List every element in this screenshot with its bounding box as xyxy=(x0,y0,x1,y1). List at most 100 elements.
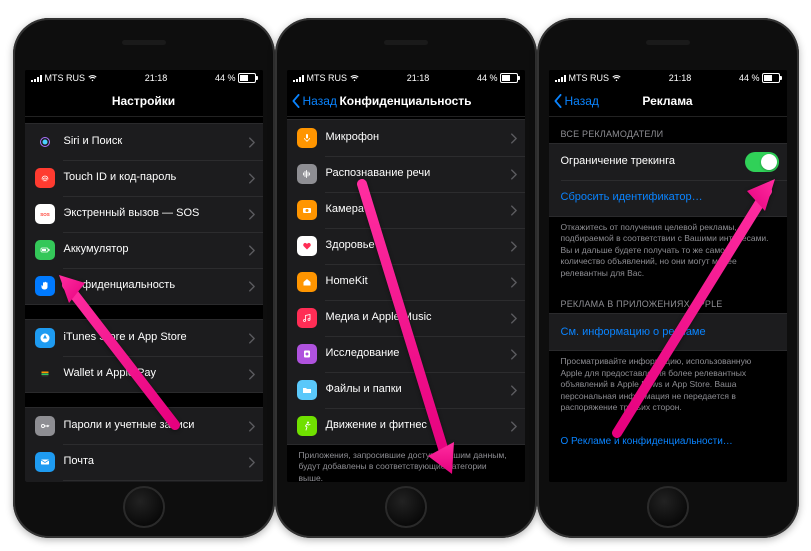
nav-back-label: Назад xyxy=(303,94,337,108)
row-label: Аккумулятор xyxy=(64,243,244,256)
section-footer: Приложения, запросившие доступ к Вашим д… xyxy=(287,445,525,482)
battery-icon xyxy=(35,240,55,260)
row-wallet[interactable]: Wallet и Apple Pay xyxy=(25,356,263,392)
health-icon xyxy=(297,236,317,256)
row-label: См. информацию о рекламе xyxy=(561,326,779,339)
nav-back-button[interactable]: Назад xyxy=(291,86,337,116)
row-ad-info[interactable]: См. информацию о рекламе xyxy=(549,314,787,350)
row-sos[interactable]: SOS Экстренный вызов — SOS xyxy=(25,196,263,232)
row-label: Конфиденциальность xyxy=(64,279,244,292)
row-siri[interactable]: Siri и Поиск xyxy=(25,124,263,160)
chevron-right-icon xyxy=(510,169,517,180)
row-label: Wallet и Apple Pay xyxy=(64,367,244,380)
section-header: РЕКЛАМА В ПРИЛОЖЕНИЯХ APPLE xyxy=(549,295,787,313)
row-touchid[interactable]: Touch ID и код-пароль xyxy=(25,160,263,196)
row-mic[interactable]: Микрофон xyxy=(287,120,525,156)
row-itunes[interactable]: iTunes Store и App Store xyxy=(25,320,263,356)
sos-icon: SOS xyxy=(35,204,55,224)
chevron-right-icon xyxy=(248,421,255,432)
screen-2: MTS RUS 21:18 44 % Назад Конфиденциально… xyxy=(287,70,525,482)
settings-group: Пароли и учетные записи Почта Контакты К… xyxy=(25,407,263,482)
row-label: Touch ID и код-пароль xyxy=(64,171,244,184)
chevron-right-icon xyxy=(248,333,255,344)
chevron-right-icon xyxy=(248,173,255,184)
row-label: Исследование xyxy=(326,347,506,360)
row-about-ads[interactable]: О Рекламе и конфиденциальности… xyxy=(549,430,787,453)
row-limit-tracking[interactable]: Ограничение трекинга xyxy=(549,144,787,180)
chevron-right-icon xyxy=(510,241,517,252)
row-health[interactable]: Здоровье xyxy=(287,228,525,264)
status-bar: MTS RUS 21:18 44 % xyxy=(549,70,787,86)
toggle-switch[interactable] xyxy=(745,152,779,172)
settings-group: О Рекламе и конфиденциальности… xyxy=(549,430,787,453)
row-camera[interactable]: Камера xyxy=(287,192,525,228)
row-label: Камера xyxy=(326,203,506,216)
phone-frame-1: MTS RUS 21:18 44 % Настройки Siri и Поис… xyxy=(13,18,275,538)
row-files[interactable]: Файлы и папки xyxy=(287,372,525,408)
row-label: Ограничение трекинга xyxy=(561,155,745,168)
row-label: О Рекламе и конфиденциальности… xyxy=(561,436,733,447)
section-footer: Откажитесь от получения целевой рекламы,… xyxy=(549,217,787,281)
settings-group: РЕКЛАМА В ПРИЛОЖЕНИЯХ APPLE См. информац… xyxy=(549,295,787,415)
mic-icon xyxy=(297,128,317,148)
chevron-right-icon xyxy=(510,133,517,144)
screen-3: MTS RUS 21:18 44 % Назад Реклама ВСЕ РЕК… xyxy=(549,70,787,482)
battery-text: 44 % xyxy=(477,73,498,83)
row-battery[interactable]: Аккумулятор xyxy=(25,232,263,268)
chevron-right-icon xyxy=(248,209,255,220)
status-bar: MTS RUS 21:18 44 % xyxy=(25,70,263,86)
wifi-icon xyxy=(88,74,97,83)
wallet-icon xyxy=(35,364,55,384)
row-label: iTunes Store и App Store xyxy=(64,331,244,344)
research-icon xyxy=(297,344,317,364)
battery-icon xyxy=(762,73,780,83)
row-mail[interactable]: Почта xyxy=(25,444,263,480)
section-footer: Просматривайте информацию, использованну… xyxy=(549,351,787,415)
row-homekit[interactable]: HomeKit xyxy=(287,264,525,300)
settings-list[interactable]: Siri и Поиск Touch ID и код-пароль SOS Э… xyxy=(25,117,263,482)
nav-title: Реклама xyxy=(642,94,692,108)
row-contacts[interactable]: Контакты xyxy=(25,480,263,482)
settings-group: iTunes Store и App Store Wallet и Apple … xyxy=(25,319,263,393)
row-label: Пароли и учетные записи xyxy=(64,419,244,432)
row-speech[interactable]: Распознавание речи xyxy=(287,156,525,192)
nav-back-button[interactable]: Назад xyxy=(553,86,599,116)
status-time: 21:18 xyxy=(669,73,692,83)
chevron-right-icon xyxy=(248,369,255,380)
nav-title: Настройки xyxy=(112,94,175,108)
row-media[interactable]: Медиа и Apple Music xyxy=(287,300,525,336)
nav-bar: Назад Конфиденциальность xyxy=(287,86,525,117)
appstore-icon xyxy=(35,328,55,348)
settings-group: Siri и Поиск Touch ID и код-пароль SOS Э… xyxy=(25,123,263,305)
carrier-label: MTS RUS xyxy=(307,73,348,83)
status-time: 21:18 xyxy=(145,73,168,83)
status-bar: MTS RUS 21:18 44 % xyxy=(287,70,525,86)
chevron-right-icon xyxy=(510,205,517,216)
privacy-list[interactable]: Микрофон Распознавание речи Камера Здоро… xyxy=(287,117,525,482)
key-icon xyxy=(35,416,55,436)
svg-text:SOS: SOS xyxy=(40,212,50,217)
row-reset-id[interactable]: Сбросить идентификатор… xyxy=(549,180,787,216)
row-label: Экстренный вызов — SOS xyxy=(64,207,244,220)
ads-list[interactable]: ВСЕ РЕКЛАМОДАТЕЛИ Ограничение трекинга С… xyxy=(549,117,787,482)
row-passwords[interactable]: Пароли и учетные записи xyxy=(25,408,263,444)
row-research[interactable]: Исследование xyxy=(287,336,525,372)
camera-icon xyxy=(297,200,317,220)
chevron-right-icon xyxy=(248,457,255,468)
row-motion[interactable]: Движение и фитнес xyxy=(287,408,525,444)
row-privacy[interactable]: Конфиденциальность xyxy=(25,268,263,304)
speech-icon xyxy=(297,164,317,184)
nav-title: Конфиденциальность xyxy=(339,94,471,108)
phone-frame-2: MTS RUS 21:18 44 % Назад Конфиденциально… xyxy=(275,18,537,538)
settings-group: ВСЕ РЕКЛАМОДАТЕЛИ Ограничение трекинга С… xyxy=(549,125,787,281)
battery-icon xyxy=(500,73,518,83)
chevron-right-icon xyxy=(248,281,255,292)
signal-icon xyxy=(293,75,304,82)
carrier-label: MTS RUS xyxy=(569,73,610,83)
row-label: Файлы и папки xyxy=(326,383,506,396)
row-label: Распознавание речи xyxy=(326,167,506,180)
row-label: HomeKit xyxy=(326,275,506,288)
chevron-right-icon xyxy=(248,245,255,256)
battery-text: 44 % xyxy=(215,73,236,83)
row-label: Почта xyxy=(64,455,244,468)
